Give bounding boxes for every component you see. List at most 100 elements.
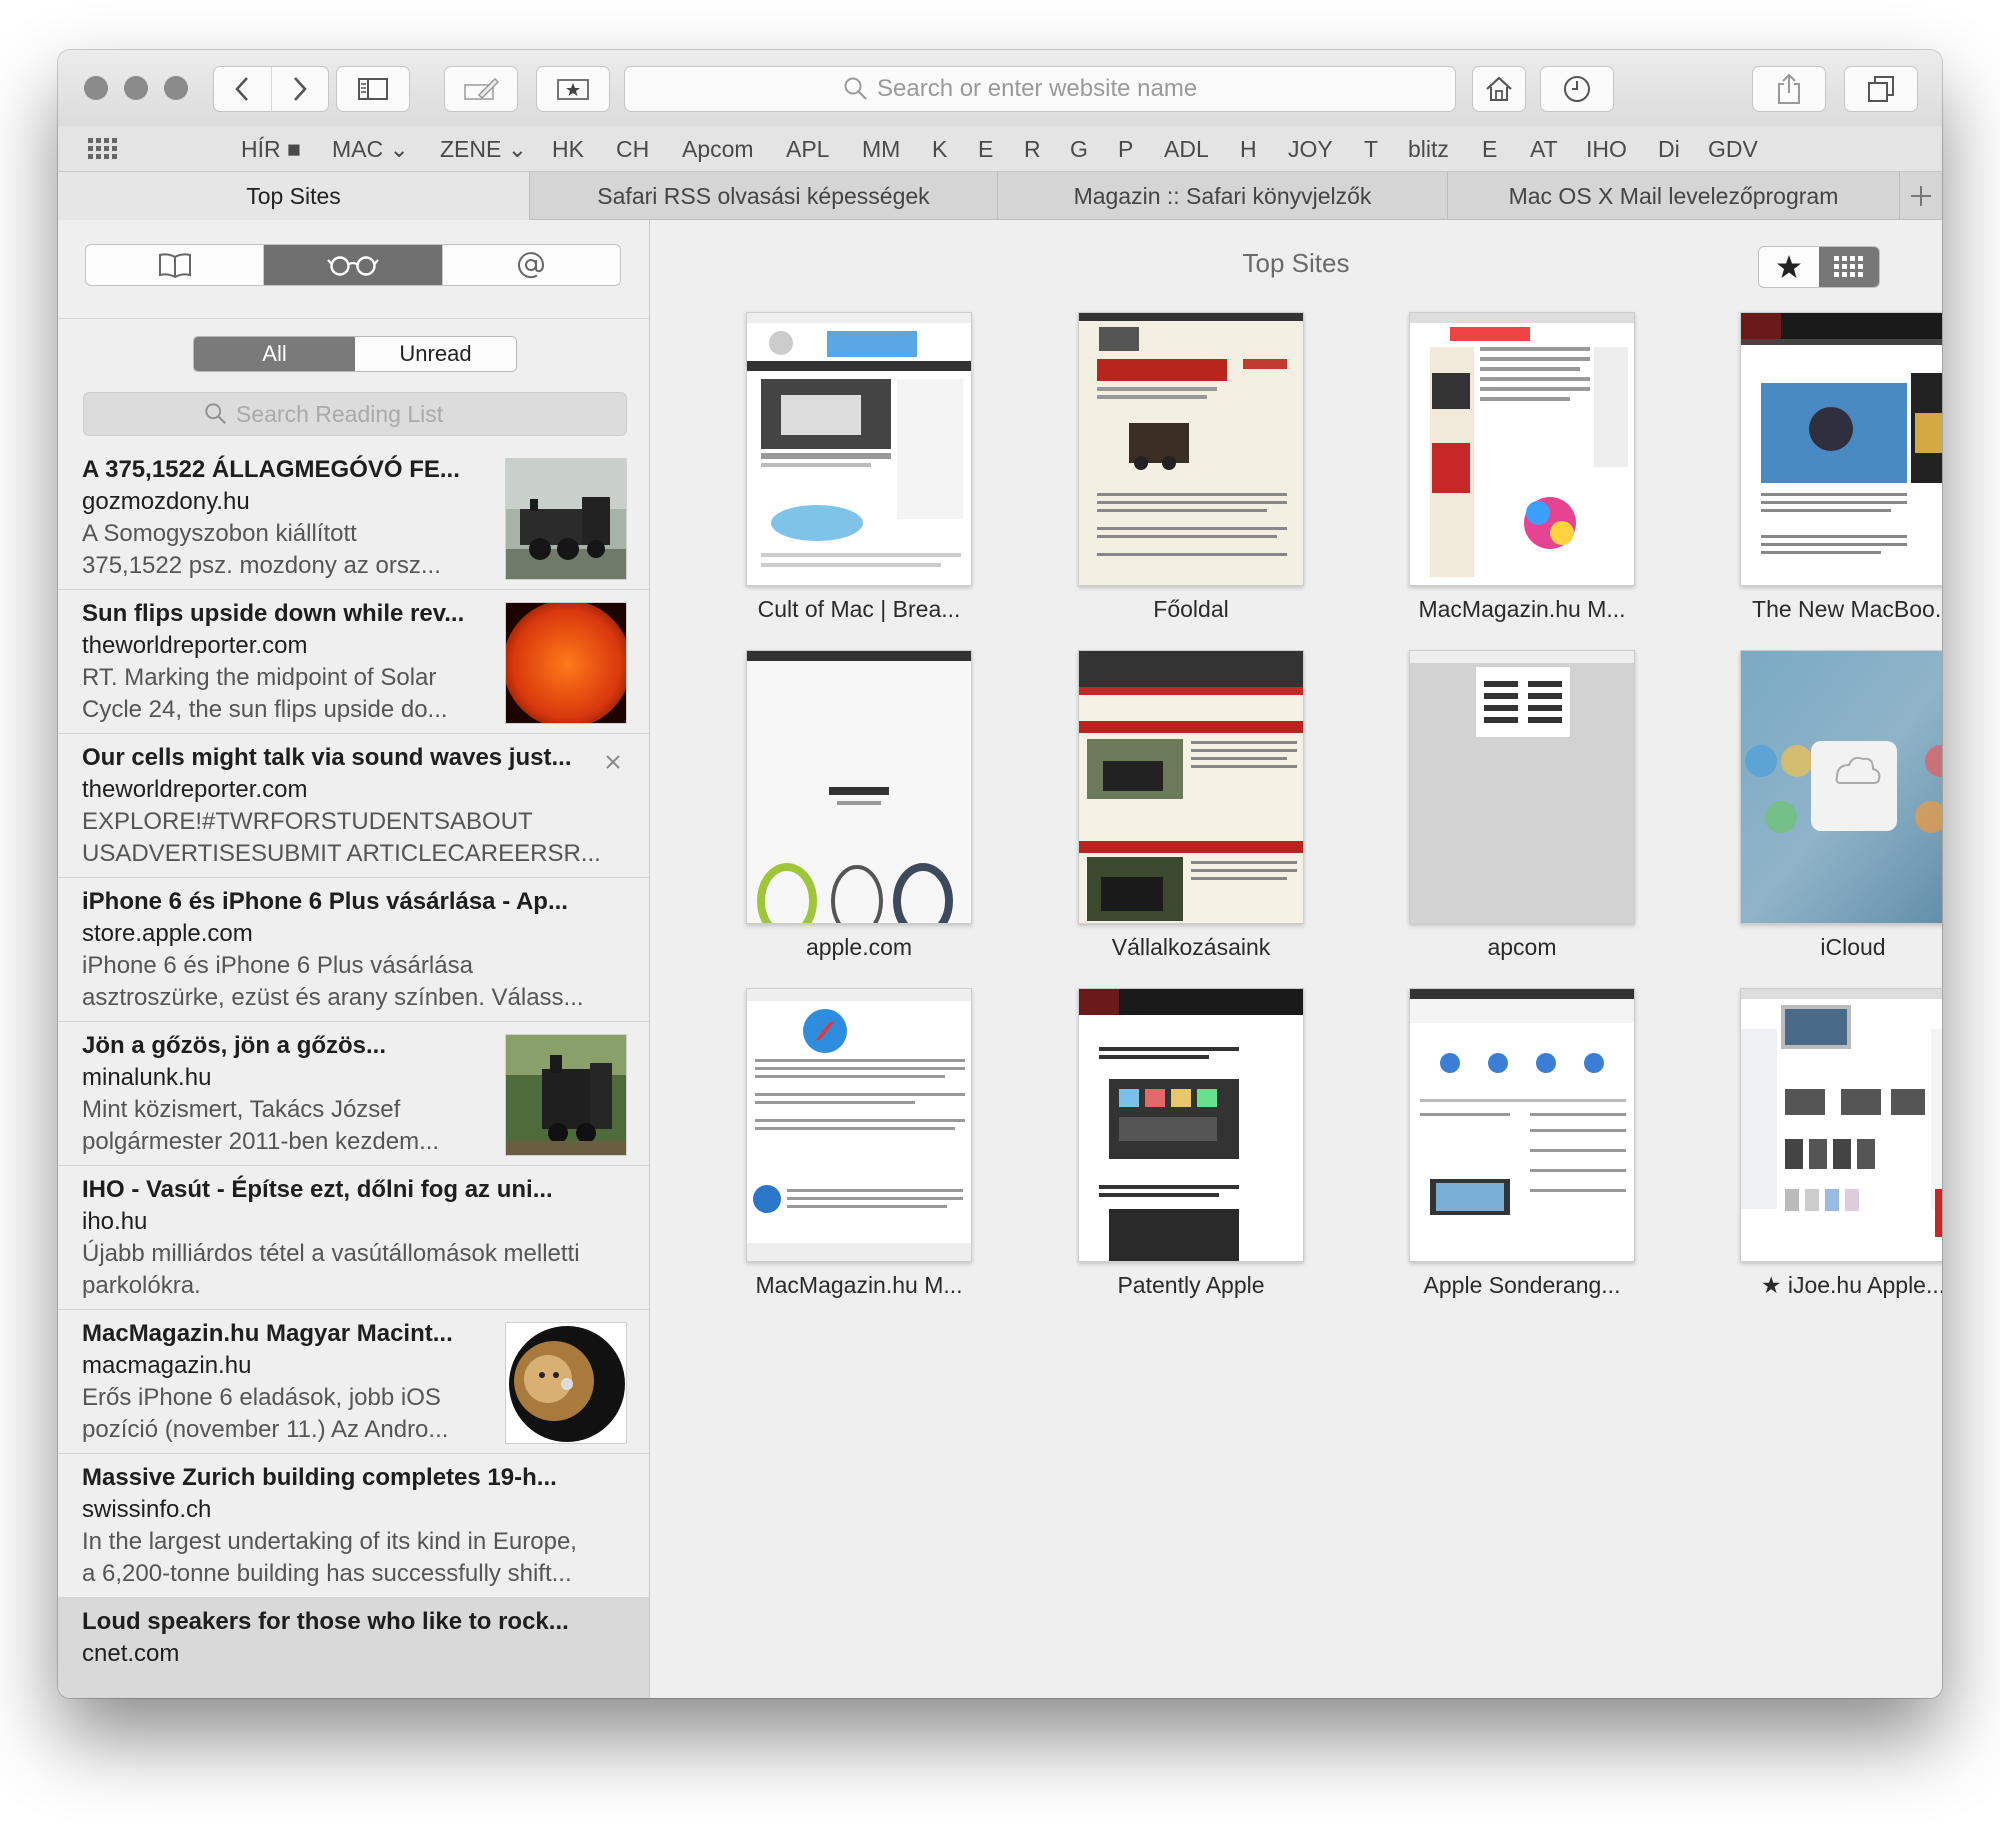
home-button[interactable] [1472, 66, 1526, 112]
steam-train-thumbnail [505, 1034, 627, 1156]
site-preview [1740, 312, 1942, 586]
filter-unread-button[interactable]: Unread [355, 337, 516, 371]
share-button[interactable] [1752, 66, 1826, 112]
reading-list-item[interactable]: iPhone 6 és iPhone 6 Plus vásárlása - Ap… [58, 878, 649, 1022]
favorite-item[interactable]: HÍR ■ [241, 136, 301, 163]
item-title: IHO - Vasút - Építse ezt, dőlni fog az u… [82, 1176, 553, 1203]
favorite-item[interactable]: ADL [1164, 136, 1209, 163]
favorite-item[interactable]: R [1024, 136, 1041, 163]
tab-safari-rss[interactable]: Safari RSS olvasási képességek [530, 172, 998, 220]
favorite-item[interactable]: MAC ⌄ [332, 136, 409, 163]
favorite-item[interactable]: T [1364, 136, 1378, 163]
forward-button[interactable] [270, 67, 329, 111]
favorite-item[interactable]: Apcom [682, 136, 754, 163]
favorite-item[interactable]: H [1240, 136, 1257, 163]
glasses-icon [327, 256, 379, 276]
bookmarks-button[interactable] [536, 66, 610, 112]
reading-list-filter: All Unread [193, 336, 517, 372]
item-description: RT. Marking the midpoint of Solar [82, 664, 437, 691]
top-site-tile[interactable]: Apple Sonderang... [1409, 988, 1635, 1299]
favorite-item[interactable]: MM [862, 136, 900, 163]
item-description: 375,1522 psz. mozdony az orsz... [82, 552, 441, 579]
reading-list-item[interactable]: Our cells might talk via sound waves jus… [58, 734, 649, 878]
favorite-item[interactable]: HK [552, 136, 584, 163]
reading-list-item[interactable]: IHO - Vasút - Építse ezt, dőlni fog az u… [58, 1166, 649, 1310]
reading-list-item[interactable]: MacMagazin.hu Magyar Macint... macmagazi… [58, 1310, 649, 1454]
share-icon [1778, 73, 1800, 104]
top-site-tile[interactable]: The New MacBoo... [1740, 312, 1942, 623]
item-description: In the largest undertaking of its kind i… [82, 1528, 577, 1555]
zoom-window-button[interactable] [164, 76, 188, 100]
address-input[interactable] [877, 75, 1237, 103]
favorite-item[interactable]: P [1118, 136, 1133, 163]
reading-list-search-input[interactable] [236, 400, 506, 428]
item-description: pozíció (november 11.) Az Andro... [82, 1416, 449, 1443]
favorite-item[interactable]: E [978, 136, 993, 163]
item-title: Loud speakers for those who like to rock… [82, 1608, 569, 1635]
grid-view-button[interactable] [1819, 247, 1879, 287]
reading-list-item-selected[interactable]: Loud speakers for those who like to rock… [58, 1598, 649, 1698]
shared-links-tab[interactable] [441, 245, 620, 285]
top-sites-view-toggle [1758, 246, 1880, 288]
history-button[interactable] [1540, 66, 1614, 112]
close-window-button[interactable] [84, 76, 108, 100]
top-site-tile[interactable]: MacMagazin.hu M... [746, 988, 972, 1299]
star-bookmark-icon [557, 79, 589, 100]
remove-item-button[interactable] [605, 746, 621, 777]
address-bar[interactable] [624, 66, 1456, 112]
favorite-item[interactable]: IHO [1586, 136, 1627, 163]
favorite-item[interactable]: E [1482, 136, 1497, 163]
favorites-view-button[interactable] [1759, 247, 1819, 287]
favorite-item[interactable]: G [1070, 136, 1088, 163]
top-site-tile[interactable]: iCloud [1740, 650, 1942, 961]
favorite-item[interactable]: GDV [1708, 136, 1758, 163]
new-tab-button[interactable] [1900, 172, 1942, 220]
favorite-item[interactable]: JOY [1288, 136, 1333, 163]
tab-top-sites[interactable]: Top Sites [58, 172, 530, 220]
favorite-item[interactable]: K [932, 136, 947, 163]
reading-list-item[interactable]: A 375,1522 ÁLLAGMEGÓVÓ FE... gozmozdony.… [58, 446, 649, 590]
site-preview [1078, 988, 1304, 1262]
show-all-tabs-button[interactable] [1844, 66, 1918, 112]
pencil-icon [464, 77, 499, 100]
item-title: Jön a gőzös, jön a gőzös... [82, 1032, 387, 1059]
minimize-window-button[interactable] [124, 76, 148, 100]
tab-bar: Top Sites Safari RSS olvasási képességek… [58, 172, 1942, 220]
site-label: iCloud [1820, 934, 1886, 960]
top-site-tile[interactable]: apcom [1409, 650, 1635, 961]
tab-mac-os-mail[interactable]: Mac OS X Mail levelezőprogram [1448, 172, 1900, 220]
favorite-item[interactable]: Di [1658, 136, 1680, 163]
grid-icon[interactable] [88, 138, 118, 160]
item-description: Mint közismert, Takács József [82, 1096, 401, 1123]
top-site-tile[interactable]: Cult of Mac | Brea... [746, 312, 972, 623]
site-label: The New MacBoo... [1752, 596, 1942, 622]
item-title: Massive Zurich building completes 19-h..… [82, 1464, 557, 1491]
item-domain: theworldreporter.com [82, 776, 308, 803]
reading-list-item[interactable]: Massive Zurich building completes 19-h..… [58, 1454, 649, 1598]
tab-magazin-safari[interactable]: Magazin :: Safari könyvjelzők [998, 172, 1448, 220]
top-site-tile[interactable]: apple.com [746, 650, 972, 961]
top-site-tile[interactable]: Főoldal [1078, 312, 1304, 623]
favorite-item[interactable]: CH [616, 136, 649, 163]
favorite-item[interactable]: AT [1530, 136, 1558, 163]
reading-list-tab[interactable] [263, 245, 442, 285]
back-button[interactable] [214, 67, 271, 111]
top-site-tile[interactable]: Vállalkozásaink [1078, 650, 1304, 961]
favorite-item[interactable]: APL [786, 136, 829, 163]
reading-list-item[interactable]: Jön a gőzös, jön a gőzös... minalunk.hu … [58, 1022, 649, 1166]
reading-list-search[interactable] [83, 392, 627, 436]
bookmarks-tab[interactable] [86, 245, 263, 285]
edit-button[interactable] [444, 66, 518, 112]
filter-all-button[interactable]: All [194, 337, 355, 371]
favorites-bar: HÍR ■ MAC ⌄ ZENE ⌄ HK CH Apcom APL MM K … [58, 126, 1942, 172]
show-sidebar-button[interactable] [336, 66, 410, 112]
reading-list-item[interactable]: Sun flips upside down while rev... thewo… [58, 590, 649, 734]
favorite-item[interactable]: blitz [1408, 136, 1449, 163]
top-site-tile[interactable]: Patently Apple [1078, 988, 1304, 1299]
item-description: EXPLORE!#TWRFORSTUDENTSABOUT [82, 808, 533, 835]
book-icon [158, 253, 191, 278]
item-description: Cycle 24, the sun flips upside do... [82, 696, 448, 723]
favorite-item[interactable]: ZENE ⌄ [440, 136, 527, 163]
top-site-tile[interactable]: ★ iJoe.hu Apple... [1740, 988, 1942, 1299]
top-site-tile[interactable]: MacMagazin.hu M... [1409, 312, 1635, 623]
